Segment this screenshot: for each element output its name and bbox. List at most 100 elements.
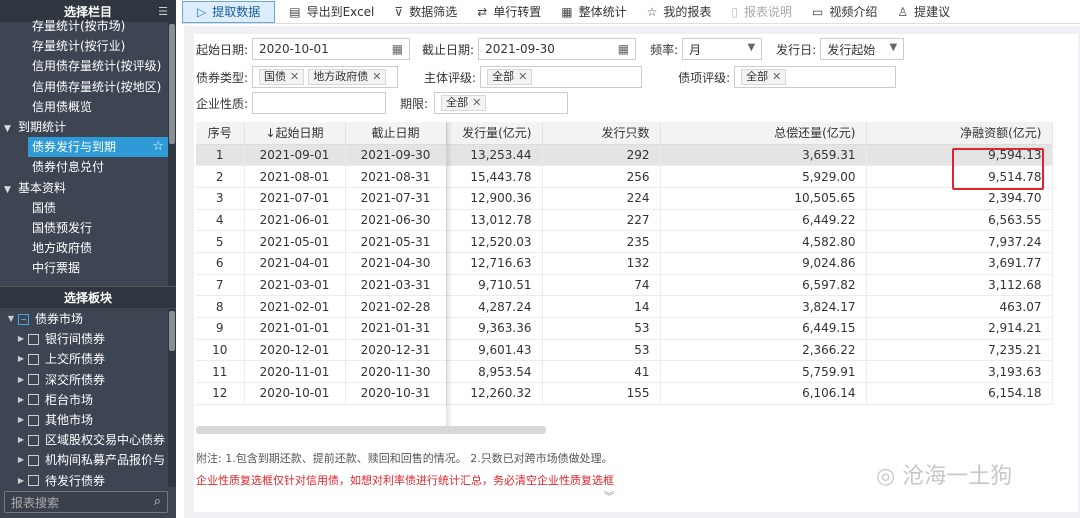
sidebar-item[interactable]: 国债预发行 xyxy=(0,218,168,238)
end-date-input[interactable]: 2021-09-30 ▦ xyxy=(478,38,637,60)
remove-tag-icon[interactable]: ✕ xyxy=(290,70,299,83)
expand-arrow-icon[interactable]: ▶ xyxy=(14,430,28,450)
tree-checkbox[interactable] xyxy=(18,313,29,325)
table-row[interactable]: 10 2020-12-01 2020-12-31 9,601.43 53 2,366.22… xyxy=(196,339,1053,362)
expand-arrow-icon[interactable]: ▶ xyxy=(14,450,28,470)
tree-checkbox[interactable] xyxy=(28,434,39,446)
sidebar-item[interactable]: 国债 xyxy=(0,198,168,218)
tree-item[interactable]: ▶ 银行间债券 xyxy=(0,329,168,349)
search-icon[interactable]: ⌕ xyxy=(154,494,161,509)
sidebar-item[interactable]: 中行票据 xyxy=(0,258,168,276)
tree-item[interactable]: ▶ 柜台市场 xyxy=(0,390,168,410)
chevron-double-down-icon[interactable]: ︾ xyxy=(604,488,614,503)
enterprise-nature-select[interactable] xyxy=(252,92,387,114)
sidebar-item[interactable]: 债券付息兑付 xyxy=(0,157,168,177)
excel-button[interactable]: ▤ 导出到Excel xyxy=(279,0,384,24)
sidebar-item[interactable]: 地方政府债 xyxy=(0,238,168,258)
term-select[interactable]: 全部 ✕ xyxy=(434,92,569,114)
tree-item[interactable]: ▶ 深交所债券 xyxy=(0,370,168,390)
sidebar-item[interactable]: 债券发行与到期 ☆ xyxy=(28,137,168,158)
expand-arrow-icon[interactable]: ▶ xyxy=(14,410,28,430)
issuer-rating-select[interactable]: 全部 ✕ xyxy=(480,66,643,88)
transpose-button[interactable]: ⇄ 单行转置 xyxy=(467,0,551,24)
table-cell: 2020-12-31 xyxy=(345,339,447,362)
expand-arrow-icon[interactable]: ▼ xyxy=(4,119,18,137)
table-row[interactable]: 4 2021-06-01 2021-06-30 13,012.78 227 6,449.2… xyxy=(196,209,1053,232)
start-date-input[interactable]: 2020-10-01 ▦ xyxy=(252,38,411,60)
video-button[interactable]: ▭ 视频介绍 xyxy=(802,0,887,24)
expand-arrow-icon[interactable]: ▶ xyxy=(14,471,28,489)
column-header[interactable]: 序号 xyxy=(196,122,245,145)
column-header[interactable]: ↓起始日期 xyxy=(244,122,346,145)
remove-tag-icon[interactable]: ✕ xyxy=(518,70,527,83)
issue-date-select[interactable]: 发行起始 ▼ xyxy=(820,38,905,60)
column-header[interactable]: 总偿还量(亿元) xyxy=(660,122,867,145)
stats-button[interactable]: ▦ 整体统计 xyxy=(551,0,636,24)
table-row[interactable]: 7 2021-03-01 2021-03-31 9,710.51 74 6,597.82 3… xyxy=(196,274,1053,297)
bond-rating-select[interactable]: 全部 ✕ xyxy=(734,66,897,88)
column-header[interactable]: 发行只数 xyxy=(542,122,661,145)
table-row[interactable]: 1 2021-09-01 2021-09-30 13,253.44 292 3,659.3… xyxy=(196,144,1053,167)
tree-item[interactable]: ▶ 其他市场 xyxy=(0,410,168,430)
calendar-icon[interactable]: ▦ xyxy=(618,42,629,56)
remove-tag-icon[interactable]: ✕ xyxy=(772,70,781,83)
table-row[interactable]: 9 2021-01-01 2021-01-31 9,363.36 53 6,449.15 2… xyxy=(196,317,1053,340)
column-header[interactable]: 截止日期 xyxy=(345,122,447,145)
expand-arrow-icon[interactable]: ▼ xyxy=(4,180,18,198)
table-row[interactable]: 11 2020-11-01 2020-11-30 8,953.54 41 5,759.91… xyxy=(196,360,1053,384)
filter-tag[interactable]: 地方政府债 ✕ xyxy=(308,69,387,85)
filter-button[interactable]: ⊽ 数据筛选 xyxy=(384,0,467,24)
user-button[interactable]: ♙ 提建议 xyxy=(887,0,960,24)
table-row[interactable]: 3 2021-07-01 2021-07-31 12,900.36 224 10,505.… xyxy=(196,187,1053,210)
tree-checkbox[interactable] xyxy=(28,374,39,386)
remove-tag-icon[interactable]: ✕ xyxy=(372,70,381,83)
sidebar-item-label: 到期统计 xyxy=(18,119,67,134)
sidebar-item[interactable]: 存量统计(按市场) xyxy=(0,16,168,36)
table-row[interactable]: 5 2021-05-01 2021-05-31 12,520.03 235 4,582.8… xyxy=(196,230,1053,253)
calendar-icon[interactable]: ▦ xyxy=(392,42,403,56)
sidebar-item[interactable]: ▼ 到期统计 xyxy=(0,117,168,137)
expand-arrow-icon[interactable]: ▶ xyxy=(14,390,28,410)
tree-checkbox[interactable] xyxy=(28,414,39,426)
expand-arrow-icon[interactable]: ▶ xyxy=(14,370,28,390)
column-scrollbar[interactable] xyxy=(168,22,176,286)
tree-item[interactable]: ▶ 待发行债券 xyxy=(0,471,168,490)
table-row[interactable]: 8 2021-02-01 2021-02-28 4,287.24 14 3,824.17 4… xyxy=(196,295,1053,318)
tree-checkbox[interactable] xyxy=(28,353,39,365)
tree-checkbox[interactable] xyxy=(28,475,39,487)
filter-tag[interactable]: 全部 ✕ xyxy=(487,69,533,85)
collapse-arrow-icon[interactable]: ▼ xyxy=(4,309,18,329)
tree-checkbox[interactable] xyxy=(28,394,39,406)
sidebar-item[interactable]: 信用债存量统计(按评级) xyxy=(0,56,168,76)
filter-tag[interactable]: 国债 ✕ xyxy=(259,69,305,85)
column-header[interactable]: 发行量(亿元) xyxy=(446,122,543,145)
tree-item[interactable]: ▶ 区域股权交易中心债券 xyxy=(0,430,168,450)
horizontal-scrollbar[interactable] xyxy=(196,426,546,434)
column-header[interactable]: 净融资额(亿元) xyxy=(866,122,1053,145)
table-row[interactable]: 2 2021-08-01 2021-08-31 15,443.78 256 5,929.0… xyxy=(196,165,1053,188)
tree-checkbox[interactable] xyxy=(28,454,39,466)
frequency-select[interactable]: 月 ▼ xyxy=(682,38,763,60)
sidebar-item[interactable]: 信用债概览 xyxy=(0,97,168,117)
remove-tag-icon[interactable]: ✕ xyxy=(472,96,481,109)
table-row[interactable]: 12 2020-10-01 2020-10-31 12,260.32 155 6,106.… xyxy=(196,382,1053,405)
filter-tag[interactable]: 全部 ✕ xyxy=(741,69,787,85)
star-button[interactable]: ☆ 我的报表 xyxy=(637,0,722,24)
board-scrollbar[interactable] xyxy=(168,309,176,487)
tree-item[interactable]: ▶ 上交所债券 xyxy=(0,349,168,369)
expand-arrow-icon[interactable]: ▶ xyxy=(14,349,28,369)
favorite-star-icon[interactable]: ☆ xyxy=(152,137,164,157)
filter-tag[interactable]: 全部 ✕ xyxy=(441,95,487,111)
sidebar-item[interactable]: 存量统计(按行业) xyxy=(0,36,168,56)
bond-type-select[interactable]: 国债 ✕ 地方政府债 ✕ xyxy=(252,66,399,88)
tree-item[interactable]: ▶ 机构间私募产品报价与 xyxy=(0,450,168,470)
report-search-input[interactable]: 报表搜索 ⌕ xyxy=(4,491,168,513)
tree-item[interactable]: ▼ 债券市场 xyxy=(0,309,168,329)
table-row[interactable]: 6 2021-04-01 2021-04-30 12,716.63 132 9,024.8… xyxy=(196,252,1053,275)
tree-checkbox[interactable] xyxy=(28,333,39,345)
excel-icon: ▤ xyxy=(289,4,301,19)
sidebar-item[interactable]: ▼ 基本资料 xyxy=(0,178,168,198)
sidebar-item[interactable]: 信用债存量统计(按地区) xyxy=(0,77,168,97)
play-button[interactable]: ▷ 提取数据 xyxy=(182,0,276,23)
expand-arrow-icon[interactable]: ▶ xyxy=(14,329,28,349)
